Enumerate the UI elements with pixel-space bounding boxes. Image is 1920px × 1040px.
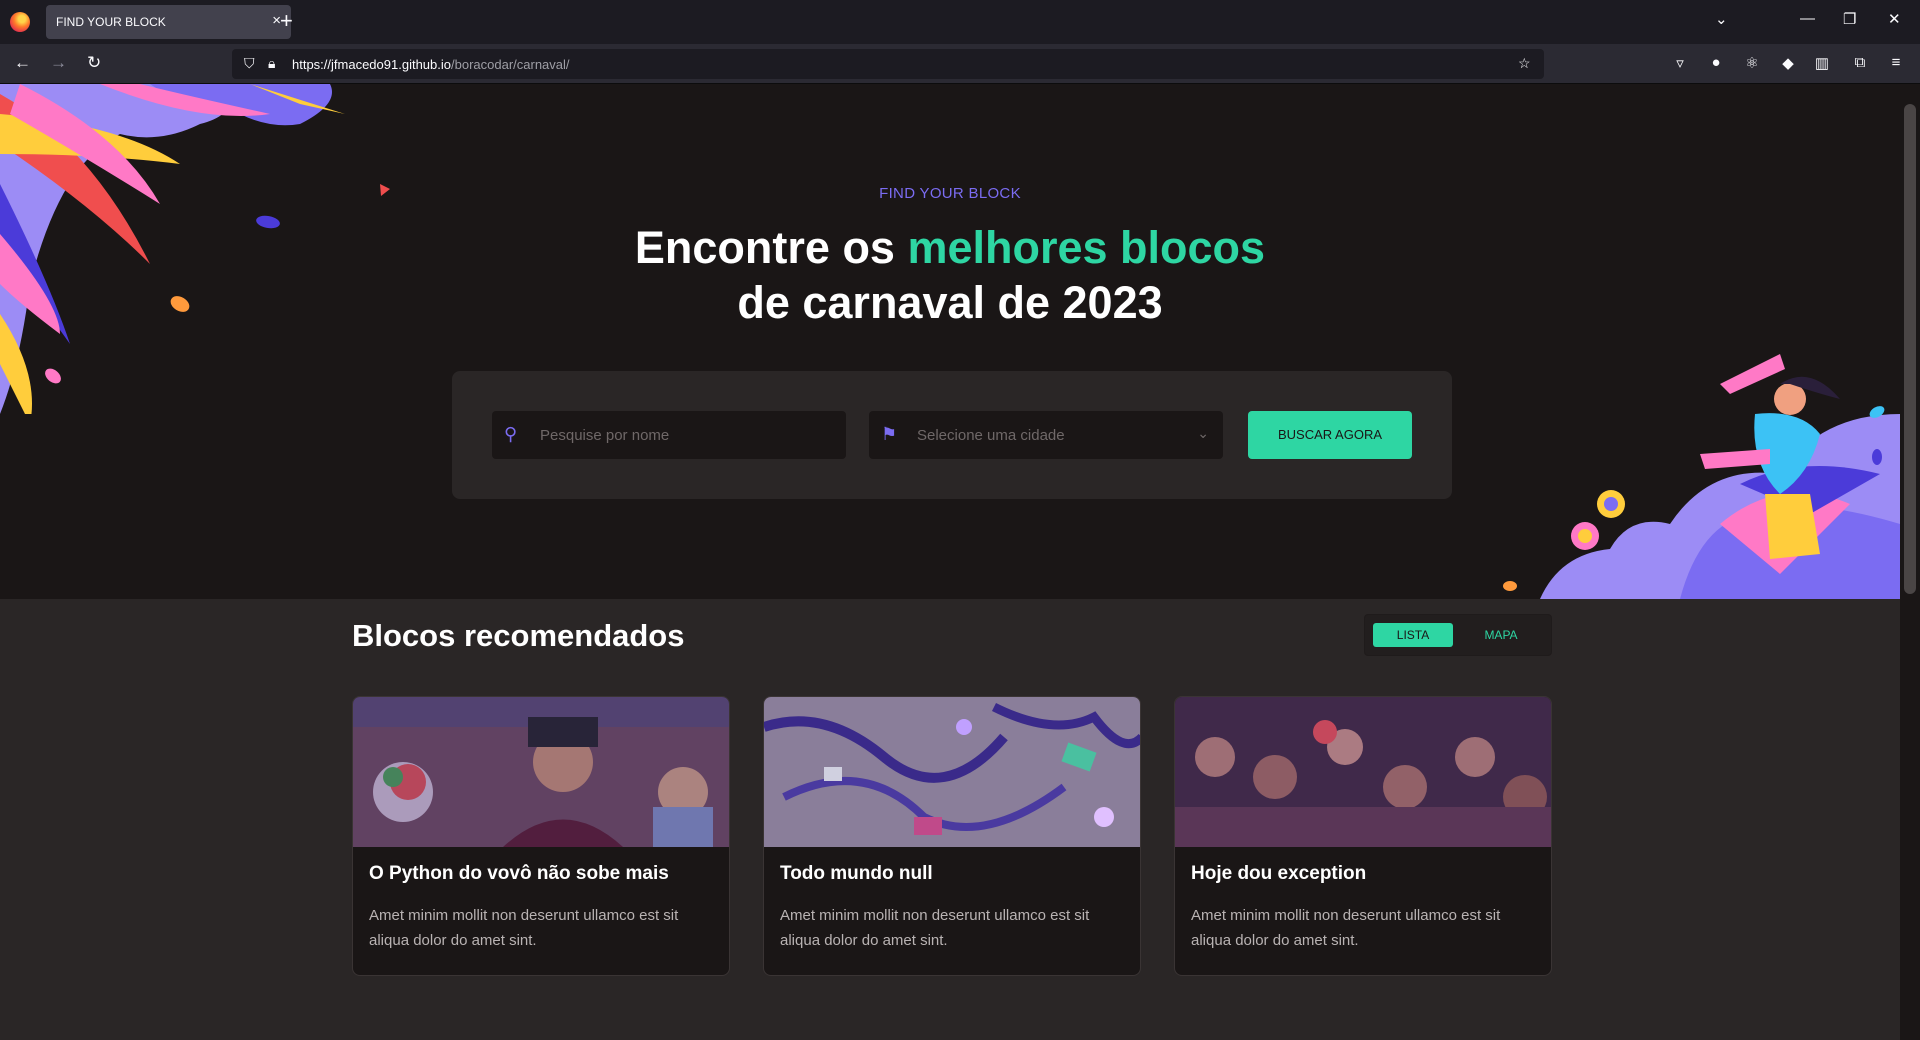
hero-eyebrow: FIND YOUR BLOCK xyxy=(879,185,1021,202)
card-image xyxy=(1175,697,1551,847)
card-image xyxy=(353,697,729,847)
browser-tab[interactable]: FIND YOUR BLOCK × xyxy=(46,5,291,39)
forward-icon[interactable]: → xyxy=(50,53,67,73)
block-card[interactable]: Hoje dou exception Amet minim mollit non… xyxy=(1174,696,1552,976)
bookmark-star-icon[interactable]: ☆ xyxy=(1518,55,1531,72)
name-search-placeholder: Pesquise por nome xyxy=(540,427,670,444)
url-bar[interactable]: ⛉ 🔒︎ https://jfmacedo91.github.io/boraco… xyxy=(232,49,1544,79)
pocket-icon[interactable]: ▿ xyxy=(1671,54,1689,72)
section-title: Blocos recomendados xyxy=(352,618,685,653)
restore-icon[interactable]: ❐ xyxy=(1843,10,1856,28)
close-window-icon[interactable]: ✕ xyxy=(1888,10,1901,28)
scrollbar-thumb[interactable] xyxy=(1904,104,1916,594)
headline-line2: de carnaval de 2023 xyxy=(737,277,1163,328)
library-icon[interactable]: ▥ xyxy=(1813,54,1831,72)
menu-icon[interactable]: ≡ xyxy=(1887,54,1905,72)
chevron-down-icon: ⌄ xyxy=(1197,425,1209,441)
card-description: Amet minim mollit non deserunt ullamco e… xyxy=(369,907,679,949)
card-title: Todo mundo null xyxy=(780,863,933,884)
search-icon: ⚲ xyxy=(504,424,518,444)
block-card[interactable]: Todo mundo null Amet minim mollit non de… xyxy=(763,696,1141,976)
extensions-puzzle-icon[interactable]: ⧉ xyxy=(1851,54,1869,72)
page-scrollbar[interactable] xyxy=(1900,84,1920,1040)
list-view-button[interactable]: LISTA xyxy=(1373,623,1453,647)
reload-icon[interactable]: ↻ xyxy=(87,53,101,73)
name-search-field[interactable]: ⚲ Pesquise por nome xyxy=(492,411,846,459)
card-title: Hoje dou exception xyxy=(1191,863,1367,884)
back-icon[interactable]: ← xyxy=(14,53,31,73)
account-avatar-icon[interactable]: ● xyxy=(1707,54,1725,72)
firefox-logo-icon[interactable] xyxy=(10,12,30,32)
card-title: O Python do vovô não sobe mais xyxy=(369,863,669,884)
view-toggle: LISTA MAPA xyxy=(1364,614,1552,656)
tab-title: FIND YOUR BLOCK xyxy=(56,15,166,29)
block-card[interactable]: O Python do vovô não sobe mais Amet mini… xyxy=(352,696,730,976)
page-content: FIND YOUR BLOCK Encontre os melhores blo… xyxy=(0,84,1900,1040)
card-description: Amet minim mollit non deserunt ullamco e… xyxy=(1191,907,1501,949)
browser-nav-bar: ← → ↻ ⛉ 🔒︎ https://jfmacedo91.github.io/… xyxy=(0,44,1920,84)
minimize-icon[interactable]: — xyxy=(1800,10,1815,27)
tab-list-icon[interactable]: ⌄ xyxy=(1715,10,1728,28)
dancer-illustration xyxy=(1503,354,1900,599)
card-image xyxy=(764,697,1140,847)
new-tab-icon[interactable]: + xyxy=(280,8,293,34)
hero-section: FIND YOUR BLOCK Encontre os melhores blo… xyxy=(0,84,1900,599)
extension-icon[interactable]: ◆ xyxy=(1779,54,1797,72)
location-pin-icon: ⚑ xyxy=(881,424,898,444)
headline-accent: melhores blocos xyxy=(907,222,1266,273)
url-text[interactable]: https://jfmacedo91.github.io/boracodar/c… xyxy=(292,57,570,72)
map-view-button[interactable]: MAPA xyxy=(1461,623,1541,647)
browser-tab-bar: FIND YOUR BLOCK × + ⌄ — ❐ ✕ xyxy=(0,0,1920,44)
lock-icon[interactable]: 🔒︎ xyxy=(268,55,275,72)
search-submit-button[interactable]: BUSCAR AGORA xyxy=(1248,411,1412,459)
city-select-placeholder: Selecione uma cidade xyxy=(917,427,1065,444)
hero-headline: Encontre os melhores blocos de carnaval … xyxy=(0,220,1900,330)
headline-part1: Encontre os xyxy=(634,222,908,273)
shield-icon[interactable]: ⛉ xyxy=(244,55,255,72)
card-description: Amet minim mollit non deserunt ullamco e… xyxy=(780,907,1090,949)
city-select[interactable]: ⚑ Selecione uma cidade ⌄ xyxy=(869,411,1223,459)
search-panel: ⚲ Pesquise por nome ⚑ Selecione uma cida… xyxy=(452,371,1452,499)
react-devtools-icon[interactable]: ⚛ xyxy=(1743,54,1761,72)
